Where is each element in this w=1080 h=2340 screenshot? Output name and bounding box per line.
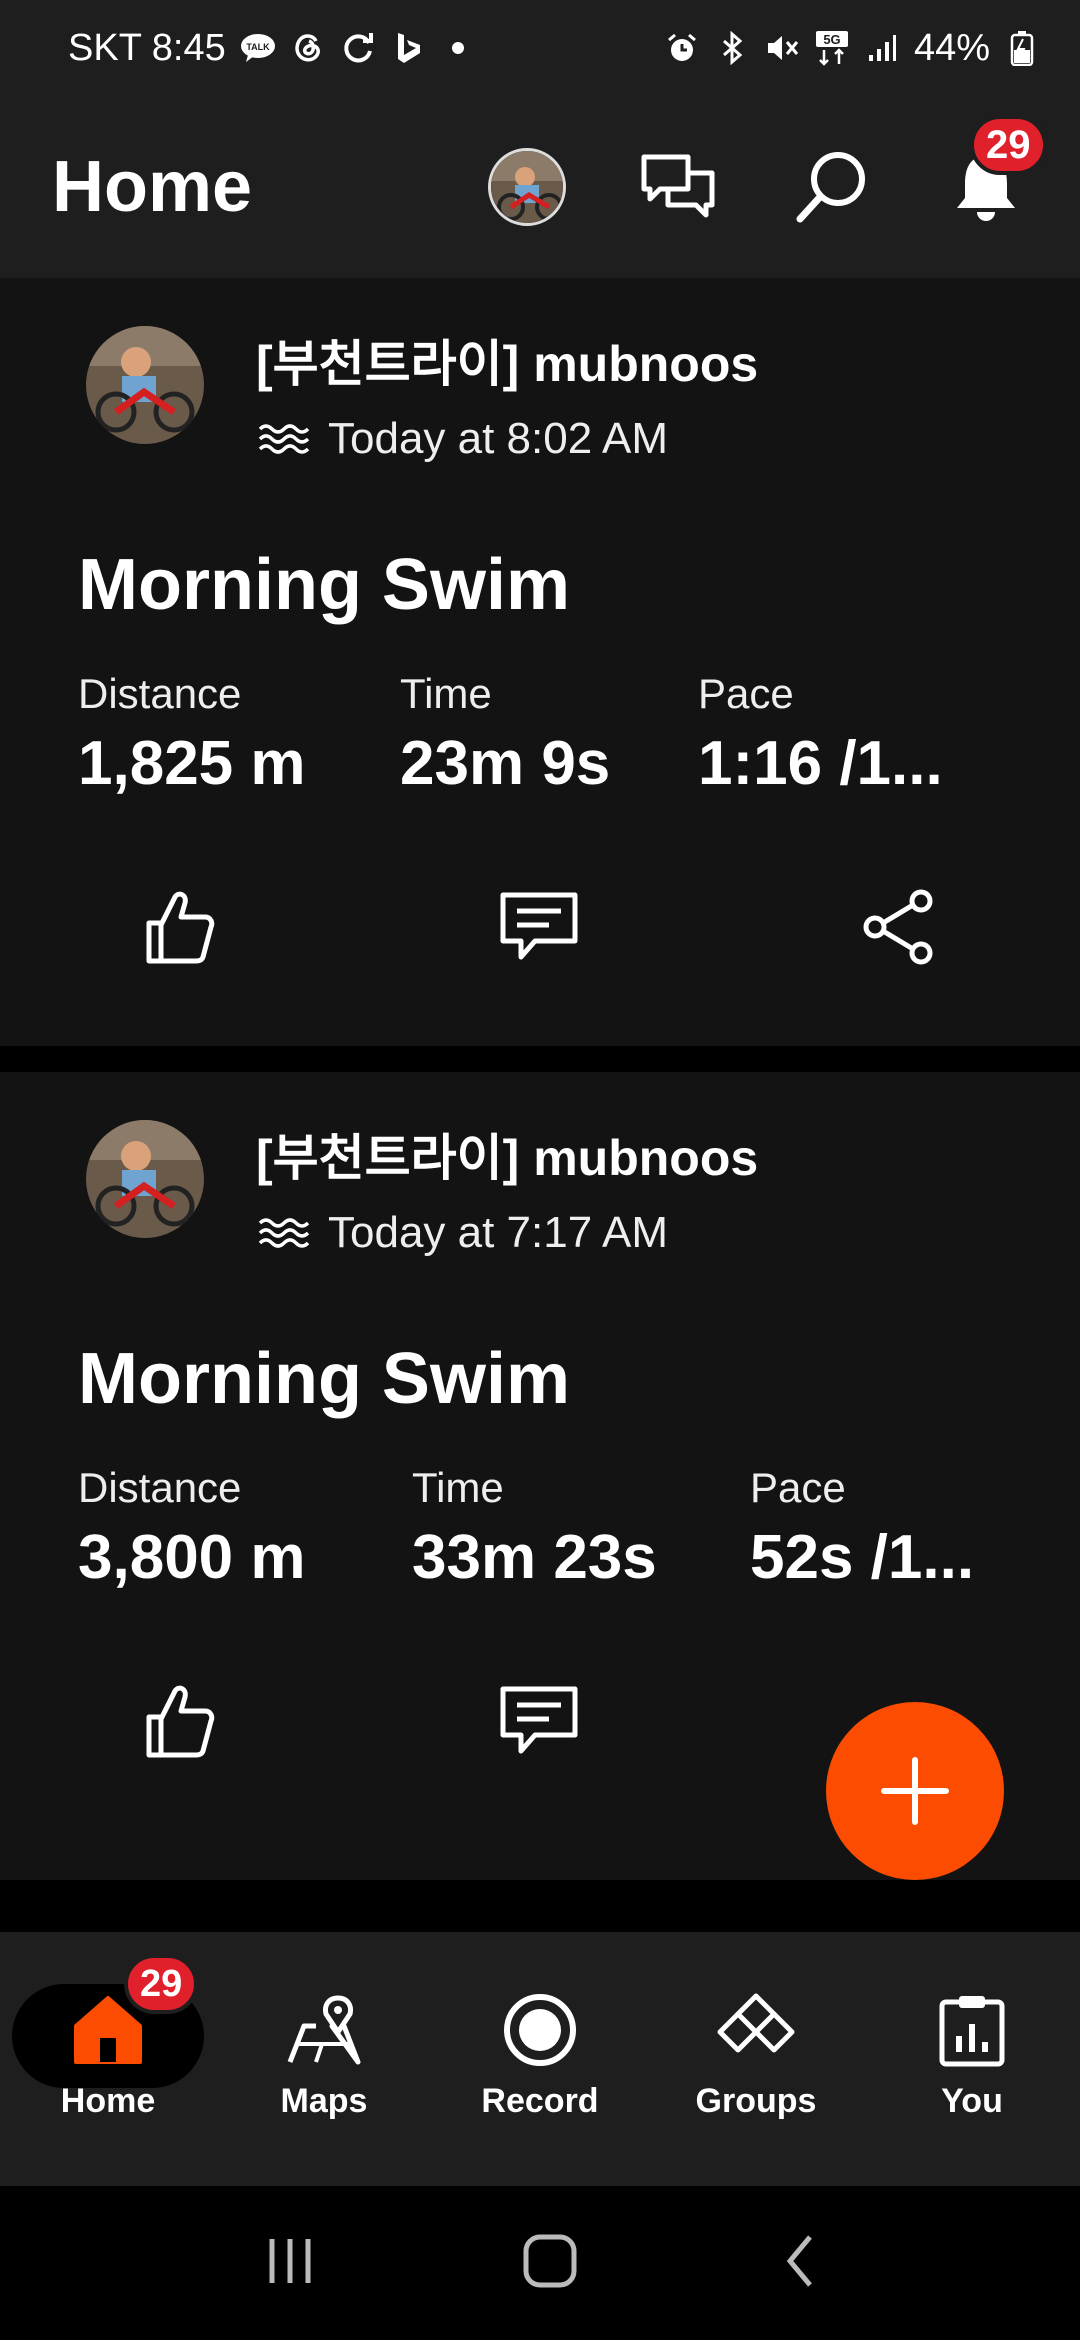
nav-label: Record xyxy=(481,2082,599,2120)
home-badge: 29 xyxy=(124,1954,199,2014)
stat-label: Distance xyxy=(78,670,242,717)
nav-home[interactable]: 29 Home xyxy=(0,1932,216,2186)
stat-value: 1,825 m xyxy=(78,729,306,798)
kakaotalk-icon: TALK xyxy=(240,30,276,66)
record-icon xyxy=(504,1994,576,2066)
stat-label: Distance xyxy=(78,1464,242,1511)
stat-distance: Distance 1,825 m xyxy=(78,670,400,799)
athlete-avatar[interactable] xyxy=(86,326,204,444)
home-system-button[interactable] xyxy=(520,2231,580,2296)
activity-card[interactable]: [부천트라이] mubnoos Today at 8:02 AM Morning… xyxy=(0,278,1080,1046)
stat-value: 23m 9s xyxy=(400,729,611,798)
mute-icon xyxy=(764,30,800,66)
battery-percent: 44% xyxy=(913,26,990,69)
bing-icon xyxy=(390,30,426,66)
share-icon xyxy=(863,889,933,965)
activity-feed: [부천트라이] mubnoos Today at 8:02 AM Morning… xyxy=(0,278,1080,1880)
stat-value: 1:16 /1... xyxy=(698,729,943,798)
sync-icon xyxy=(340,30,376,66)
stat-label: Pace xyxy=(750,1464,846,1511)
you-icon xyxy=(939,1996,1005,2067)
network-5g-icon: 5G xyxy=(814,30,850,66)
carrier-time: SKT 8:45 xyxy=(68,26,226,69)
bluetooth-icon xyxy=(714,30,750,66)
activity-stats: Distance 3,800 m Time 33m 23s Pace 52s /… xyxy=(78,1464,974,1593)
notifications-button[interactable]: 29 xyxy=(944,115,1047,229)
activity-title[interactable]: Morning Swim xyxy=(78,544,570,626)
status-bar: SKT 8:45 TALK 5G 44% xyxy=(0,0,1080,96)
stat-time: Time 33m 23s xyxy=(412,1464,750,1593)
bottom-navigation: 29 Home Maps Record Groups You xyxy=(0,1932,1080,2186)
maps-icon xyxy=(287,1995,361,2065)
comment-button[interactable] xyxy=(494,882,584,972)
kudos-button[interactable] xyxy=(134,882,224,972)
stat-distance: Distance 3,800 m xyxy=(78,1464,412,1593)
stat-value: 3,800 m xyxy=(78,1523,306,1592)
nav-maps[interactable]: Maps xyxy=(216,1932,432,2186)
nav-label: Groups xyxy=(695,2082,817,2120)
app-header: Home 29 xyxy=(0,96,1080,278)
stat-pace: Pace 1:16 /1... xyxy=(698,670,943,799)
swim-icon xyxy=(258,424,310,454)
recent-apps-button[interactable] xyxy=(260,2233,320,2294)
stat-label: Time xyxy=(412,1464,504,1511)
system-navigation-bar xyxy=(0,2186,1080,2340)
athlete-avatar[interactable] xyxy=(86,1120,204,1238)
stat-label: Pace xyxy=(698,670,794,717)
nav-record[interactable]: Record xyxy=(432,1932,648,2186)
back-button[interactable] xyxy=(780,2231,820,2296)
search-button[interactable] xyxy=(790,145,874,229)
notification-badge: 29 xyxy=(970,115,1047,175)
comment-button[interactable] xyxy=(494,1676,584,1766)
messages-button[interactable] xyxy=(636,145,720,229)
plus-icon xyxy=(881,1757,949,1825)
swim-icon xyxy=(258,1218,310,1248)
profile-avatar[interactable] xyxy=(488,148,566,226)
chat-bubbles-icon xyxy=(641,154,715,218)
stat-time: Time 23m 9s xyxy=(400,670,698,799)
dot-icon xyxy=(440,30,476,66)
activity-timestamp: Today at 7:17 AM xyxy=(328,1208,668,1257)
nav-label: You xyxy=(941,2082,1003,2120)
activity-stats: Distance 1,825 m Time 23m 9s Pace 1:16 /… xyxy=(78,670,943,799)
stat-pace: Pace 52s /1... xyxy=(750,1464,974,1593)
athlete-name[interactable]: [부천트라이] mubnoos xyxy=(256,1118,758,1190)
activity-timestamp: Today at 8:02 AM xyxy=(328,414,668,463)
activity-actions xyxy=(0,882,1080,982)
alarm-icon xyxy=(664,30,700,66)
stat-value: 52s /1... xyxy=(750,1523,975,1592)
comment-icon xyxy=(500,892,578,960)
activity-title[interactable]: Morning Swim xyxy=(78,1338,570,1420)
search-icon xyxy=(796,152,865,223)
groups-icon xyxy=(717,1993,795,2053)
nav-groups[interactable]: Groups xyxy=(648,1932,864,2186)
nav-label: Maps xyxy=(280,2082,368,2120)
nav-label: Home xyxy=(60,2082,156,2120)
svg-text:5G: 5G xyxy=(823,32,840,47)
thumbs-up-icon xyxy=(146,1685,215,1758)
comment-icon xyxy=(500,1686,578,1754)
share-button[interactable] xyxy=(854,882,944,972)
back-chevron-icon xyxy=(786,2234,812,2287)
kudos-button[interactable] xyxy=(134,1676,224,1766)
recents-icon xyxy=(269,2238,311,2283)
nav-you[interactable]: You xyxy=(864,1932,1080,2186)
home-circle-icon xyxy=(523,2234,577,2287)
stat-label: Time xyxy=(400,670,492,717)
threads-icon xyxy=(290,30,326,66)
page-title: Home xyxy=(52,147,253,227)
signal-icon xyxy=(864,30,900,66)
stat-value: 33m 23s xyxy=(412,1523,657,1592)
athlete-name[interactable]: [부천트라이] mubnoos xyxy=(256,324,758,396)
thumbs-up-icon xyxy=(146,891,215,964)
add-activity-button[interactable] xyxy=(826,1702,1004,1880)
battery-icon xyxy=(1004,30,1040,66)
svg-text:TALK: TALK xyxy=(246,42,270,52)
